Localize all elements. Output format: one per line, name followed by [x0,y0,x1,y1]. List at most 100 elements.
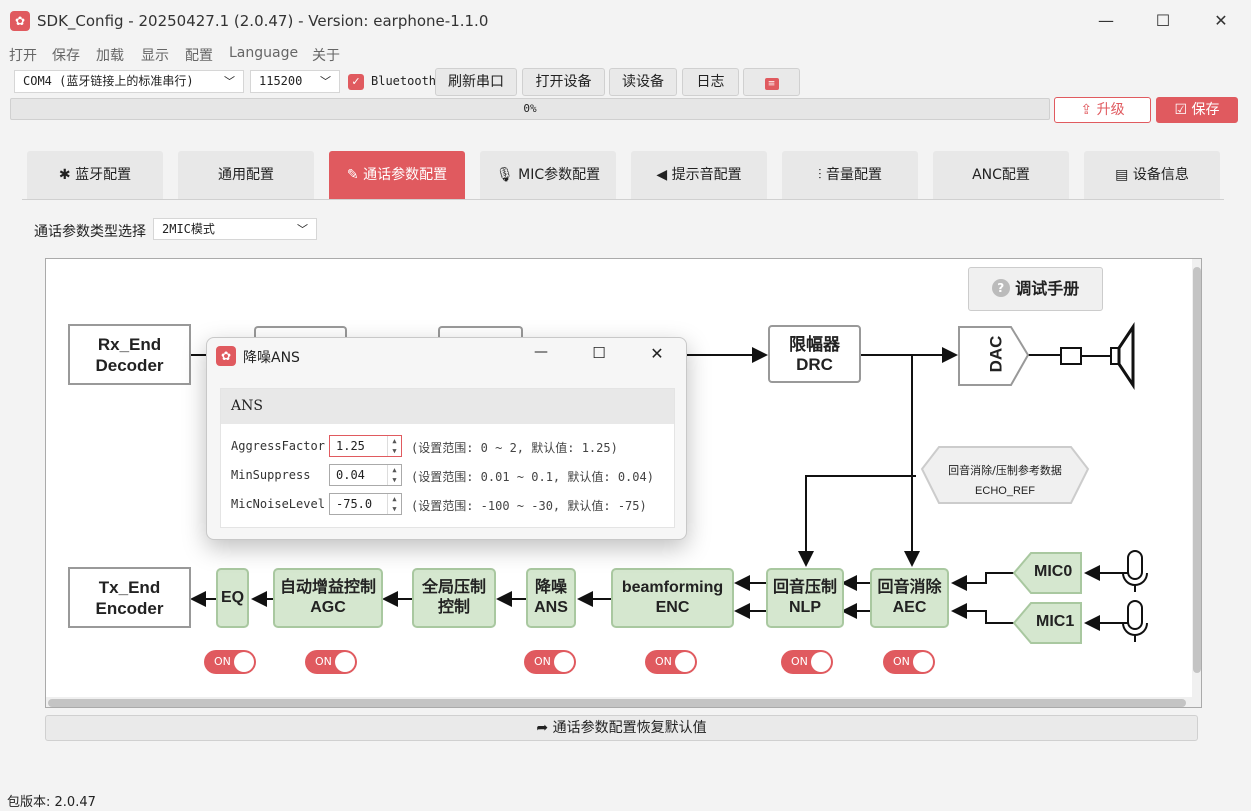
upgrade-button[interactable]: ⇪ 升级 [1054,97,1151,123]
horizontal-scrollbar [48,699,1186,707]
tab-label: 设备信息 [1132,167,1189,183]
tab-label: 提示音配置 [671,167,742,183]
echo-ref-label2: ECHO_REF [975,485,1035,497]
tab-label: ANC配置 [972,167,1030,183]
save-icon: ☑ [1174,102,1192,118]
manual-label: 调试手册 [1015,279,1080,298]
manual-button[interactable]: ? 调试手册 [968,267,1103,311]
agc-line1: 自动增益控制 [279,579,376,596]
tab-call-params[interactable]: ✎ 通话参数配置 [329,151,465,199]
nlp-block[interactable]: 回音压制 NLP [766,568,844,628]
type-select-label: 通话参数类型选择 [34,224,146,240]
dialog-minimize-button[interactable]: — [529,344,553,368]
tab-label: 蓝牙配置 [75,167,132,183]
eq-toggle[interactable]: ON [204,650,256,674]
port-select[interactable]: COM4 (蓝牙链接上的标准串行) ﹀ [14,70,244,93]
nlp-toggle[interactable]: ON [781,650,833,674]
tab-bluetooth[interactable]: ✱ 蓝牙配置 [27,151,163,199]
eq-block[interactable]: EQ [216,568,249,628]
menu-load[interactable]: 加载 [96,45,124,65]
min-suppress-input[interactable]: 0.04 ▲ ▼ [329,464,402,486]
restore-label: 通话参数配置恢复默认值 [552,720,707,736]
tab-device-info[interactable]: ▤ 设备信息 [1084,151,1220,199]
enc-block[interactable]: beamforming ENC [611,568,734,628]
aggress-factor-input[interactable]: 1.25 ▲ ▼ [329,435,402,457]
menu-save[interactable]: 保存 [52,45,80,65]
tab-label: MIC参数配置 [518,167,601,183]
bluetooth-checkbox[interactable]: ✓ [348,74,364,90]
speaker-icon: ◀ [656,167,672,183]
open-device-button[interactable]: 打开设备 [522,68,605,96]
mic-noise-level-hint: (设置范围: -100 ~ -30, 默认值: -75) [411,499,647,513]
menu-open[interactable]: 打开 [9,45,37,65]
agc-toggle[interactable]: ON [305,650,357,674]
dialog-close-button[interactable]: ✕ [645,344,669,368]
upload-icon: ⇪ [1080,102,1097,118]
global-suppress-block[interactable]: 全局压制 控制 [412,568,496,628]
aec-line2: AEC [892,599,927,616]
rx-line2: Decoder [95,356,164,375]
toolbar: COM4 (蓝牙链接上的标准串行) ﹀ 115200 ﹀ ✓ Bluetooth 刷… [0,66,1251,98]
ans-block[interactable]: 降噪 ANS [526,568,576,628]
bluetooth-icon: ✱ [58,167,76,183]
spin-arrows-icon[interactable]: ▲ ▼ [387,494,401,514]
mic-noise-level-value: -75.0 [336,497,373,511]
menu-language[interactable]: Language [229,45,298,61]
agc-block[interactable]: 自动增益控制 AGC [273,568,383,628]
log-button[interactable]: 日志 [682,68,739,96]
tab-volume[interactable]: ⫶ 音量配置 [782,151,918,199]
rx-line1: Rx_End [97,335,162,354]
type-select[interactable]: 2MIC模式 ﹀ [153,218,317,240]
nlp-line1: 回音压制 [772,579,837,596]
dialog-maximize-button[interactable]: ☐ [587,344,611,368]
menu-config[interactable]: 配置 [185,45,213,65]
tab-label: 通用配置 [218,167,274,183]
aec-block[interactable]: 回音消除 AEC [870,568,949,628]
close-button[interactable]: ✕ [1206,8,1236,34]
aec-line1: 回音消除 [877,579,942,596]
read-device-button[interactable]: 读设备 [609,68,677,96]
spin-arrows-icon[interactable]: ▲ ▼ [387,465,401,485]
menu-view[interactable]: 显示 [141,45,169,65]
tab-prompt[interactable]: ◀ 提示音配置 [631,151,767,199]
drc-block: 限幅器 DRC [768,325,861,383]
vertical-scrollbar [1193,267,1201,673]
ans-dialog: ✿ 降噪ANS — ☐ ✕ ANS AggressFactor 1.25 ▲ ▼ (… [206,337,687,540]
mic-noise-level-input[interactable]: -75.0 ▲ ▼ [329,493,402,515]
refresh-port-button[interactable]: 刷新串口 [435,68,517,96]
tab-label: 音量配置 [825,167,882,183]
echo-ref-label1: 回音消除/压制参考数据 [948,464,1062,477]
baud-select[interactable]: 115200 ﹀ [250,70,340,93]
menu-about[interactable]: 关于 [312,45,340,65]
settings-button[interactable]: ≡ [743,68,800,96]
maximize-button[interactable]: ☐ [1148,8,1178,34]
tab-general[interactable]: 通用配置 [178,151,314,199]
aggress-factor-hint: (设置范围: 0 ~ 2, 默认值: 1.25) [411,441,618,455]
toggle-knob [335,652,355,672]
toggle-knob [554,652,574,672]
tab-anc[interactable]: ANC配置 [933,151,1069,199]
upgrade-label: 升级 [1096,102,1125,118]
eq-label: EQ [220,589,245,606]
window-title: SDK_Config - 20250427.1 (2.0.47) - Versi… [37,12,489,30]
mic-icon: 🎙 [495,167,519,183]
version-label: 包版本: [7,795,51,810]
tab-mic[interactable]: 🎙 MIC参数配置 [480,151,616,199]
spin-arrows-icon[interactable]: ▲ ▼ [387,436,401,456]
ans-toggle[interactable]: ON [524,650,576,674]
toggle-knob [234,652,254,672]
tx-line2: Encoder [95,599,164,618]
toggle-label: ON [893,655,910,668]
enc-toggle[interactable]: ON [645,650,697,674]
chevron-down-icon: ﹀ [320,75,331,88]
global-line2: 控制 [437,599,470,616]
port-value: COM4 (蓝牙链接上的标准串行) [23,74,194,88]
aec-toggle[interactable]: ON [883,650,935,674]
tab-divider [22,199,1224,200]
minimize-button[interactable]: — [1091,8,1121,34]
restore-defaults-button[interactable]: ➦ 通话参数配置恢复默认值 [45,715,1198,741]
save-button[interactable]: ☑ 保存 [1156,97,1238,123]
drc-line1: 限幅器 [789,335,840,354]
tx-encoder-block: Tx_End Encoder [68,567,191,628]
aggress-factor-value: 1.25 [336,439,365,453]
